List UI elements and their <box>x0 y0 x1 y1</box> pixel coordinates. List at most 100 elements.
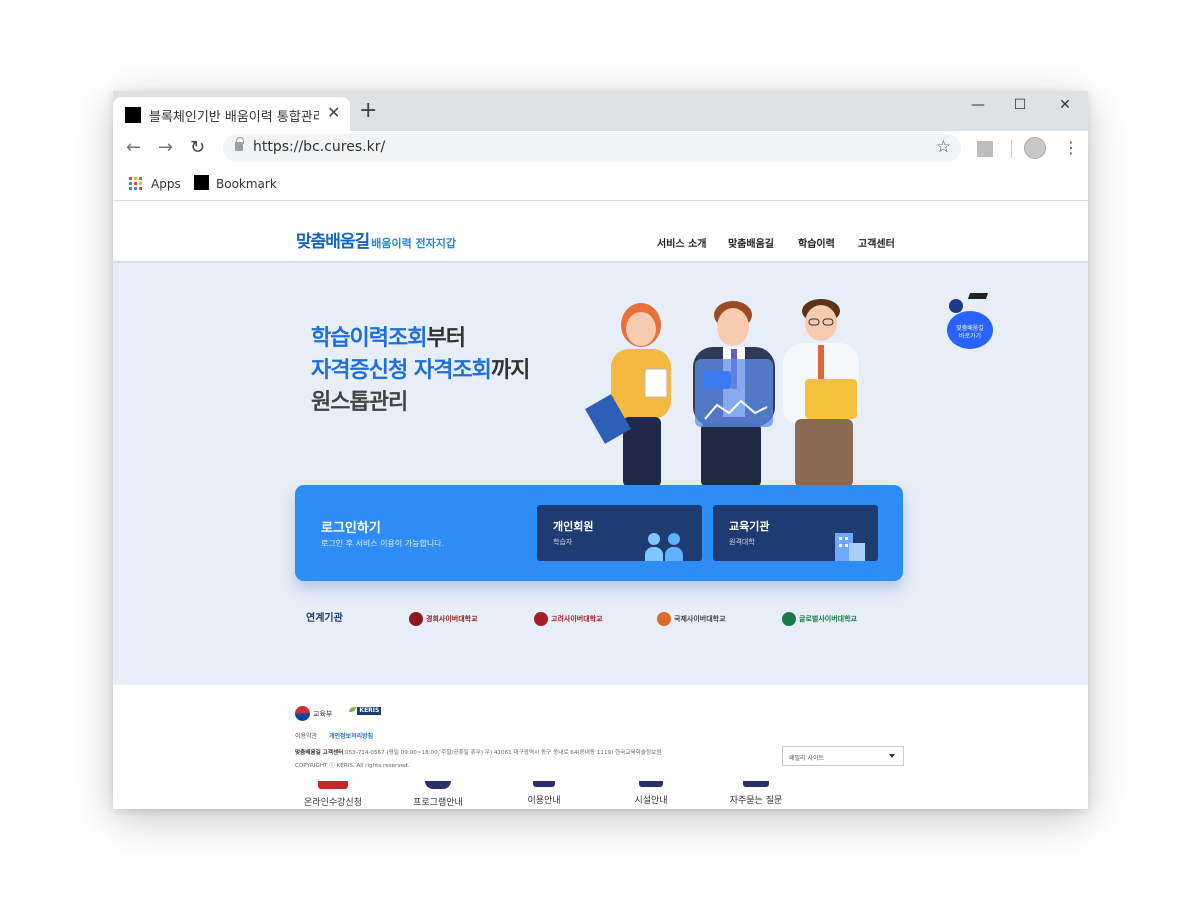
quick-online-enroll[interactable]: 온라인수강신청 <box>298 781 368 808</box>
quick-label: 온라인수강신청 <box>304 798 362 808</box>
hero-headline: 학습이력조회부터 자격증신청 자격조회까지 원스톱관리 <box>311 323 530 419</box>
partner-khcu[interactable]: 경희사이버대학교 <box>409 608 478 626</box>
back-button[interactable]: ← <box>126 138 141 158</box>
cuk-emblem-icon <box>534 611 548 626</box>
bookmark-favicon-icon <box>194 175 209 190</box>
card-title: 교육기관 <box>729 520 770 533</box>
profile-avatar[interactable] <box>1024 137 1046 159</box>
login-panel: 로그인하기 로그인 후 서비스 이용이 가능합니다. 개인회원 학습자 교육기관… <box>295 485 903 581</box>
info-bold: 맞춤배움길 고객센터 <box>295 750 344 756</box>
quick-program-guide[interactable]: 프로그램안내 <box>403 781 473 808</box>
lock-icon <box>235 137 244 151</box>
card-sub: 학습자 <box>553 538 573 546</box>
quick-faq[interactable]: 자주묻는 질문 <box>721 781 791 806</box>
reload-button[interactable]: ↻ <box>190 138 205 158</box>
quick-label: 프로그램안내 <box>413 798 463 808</box>
browser-tab[interactable]: 블록체인기반 배움이력 통합관리 플 ✕ <box>113 97 350 131</box>
facility-icon <box>639 781 663 787</box>
quick-usage-guide[interactable]: 이용안내 <box>509 781 579 806</box>
gcu-emblem-icon <box>657 611 671 626</box>
people-icon <box>645 533 685 561</box>
site-logo[interactable]: 맞춤배움길 배움이력 전자지갑 <box>296 227 456 252</box>
new-tab-button[interactable]: + <box>359 100 377 122</box>
headline-1-bold: 학습이력조회 <box>311 326 427 351</box>
extension-icon[interactable] <box>977 141 993 157</box>
enroll-icon <box>318 781 348 789</box>
card-sub: 원격대학 <box>729 538 755 546</box>
footer-links: 이용약관 개인정보처리방침 <box>295 731 383 740</box>
partner-name: 경희사이버대학교 <box>426 614 478 623</box>
partner-name: 국제사이버대학교 <box>674 614 726 623</box>
quick-go-text: 맞춤배움길 바로가기 <box>947 311 993 349</box>
bookmarks-bar: Apps Bookmark <box>113 167 1088 201</box>
family-site-select[interactable]: 패밀리 사이트 <box>782 746 904 766</box>
minimize-button[interactable]: — <box>964 97 992 117</box>
page-viewport: 맞춤배움길 배움이력 전자지갑 서비스 소개 맞춤배움길 학습이력 고객센터 학습… <box>113 202 1088 809</box>
bookmark-star-icon[interactable]: ☆ <box>936 137 951 157</box>
login-title: 로그인하기 <box>321 521 381 536</box>
hero-illustration <box>585 299 859 487</box>
quick-label: 시설안내 <box>634 796 668 806</box>
individual-member-button[interactable]: 개인회원 학습자 <box>537 505 702 561</box>
apps-grid-icon[interactable] <box>129 177 142 190</box>
partners-label: 연계기관 <box>306 613 343 624</box>
close-window-button[interactable]: ✕ <box>1051 97 1079 117</box>
building-icon <box>835 533 865 561</box>
partner-institutions: 연계기관 경희사이버대학교 고려사이버대학교 국제사이버대학교 글로벌사이버대학… <box>113 606 1088 626</box>
moe-emblem-icon <box>295 706 310 721</box>
terms-link[interactable]: 이용약관 <box>295 733 317 740</box>
browser-toolbar: ← → ↻ https://bc.cures.kr/ ☆ ⋮ <box>113 131 1088 167</box>
nav-custom-path[interactable]: 맞춤배움길 <box>728 235 774 250</box>
nav-learning-history[interactable]: 학습이력 <box>798 235 835 250</box>
browser-window: 블록체인기반 배움이력 통합관리 플 ✕ + — ☐ ✕ ← → ↻ https… <box>113 91 1088 809</box>
family-site-label: 패밀리 사이트 <box>789 755 825 762</box>
global-emblem-icon <box>782 611 796 626</box>
maximize-button[interactable]: ☐ <box>1006 97 1034 117</box>
tab-close-icon[interactable]: ✕ <box>327 103 340 122</box>
copyright: COPYRIGHT ⓒ KERIS. All rights reserved. <box>295 763 410 769</box>
robot-icon <box>949 299 963 313</box>
quick-go-badge[interactable]: 맞춤배움길 바로가기 <box>943 293 993 349</box>
khcu-emblem-icon <box>409 611 423 626</box>
info-icon <box>425 781 451 789</box>
document-icon <box>533 781 555 787</box>
graduation-cap-icon <box>967 293 989 299</box>
headline-3: 원스톱관리 <box>311 390 408 415</box>
headline-2-rest: 까지 <box>490 358 530 383</box>
keris-text: KERIS <box>357 706 382 715</box>
nav-service-intro[interactable]: 서비스 소개 <box>657 235 706 250</box>
login-desc: 로그인 후 서비스 이용이 가능합니다. <box>321 539 445 548</box>
footer-info: 맞춤배움길 고객센터 053-714-0567 (평일 09:00~18:00,… <box>295 747 661 773</box>
site-header: 맞춤배움길 배움이력 전자지갑 서비스 소개 맞춤배움길 학습이력 고객센터 <box>113 202 1088 263</box>
tab-title: 블록체인기반 배움이력 통합관리 플 <box>149 110 319 125</box>
partner-gcu[interactable]: 국제사이버대학교 <box>657 608 726 626</box>
quick-facility-guide[interactable]: 시설안내 <box>616 781 686 806</box>
privacy-link[interactable]: 개인정보처리방침 <box>329 733 373 740</box>
quick-label: 이용안내 <box>527 796 561 806</box>
footer-quick-menu: 온라인수강신청 프로그램안내 이용안내 시설안내 자주묻는 질문 <box>113 781 1088 809</box>
logo-sub: 배움이력 전자지갑 <box>371 237 456 250</box>
nav-customer-center[interactable]: 고객센터 <box>858 235 895 250</box>
partner-name: 글로벌사이버대학교 <box>799 614 857 623</box>
headline-2-bold: 자격증신청 자격조회 <box>311 358 492 383</box>
card-title: 개인회원 <box>553 520 594 533</box>
browser-menu-button[interactable]: ⋮ <box>1063 138 1079 157</box>
headline-1-rest: 부터 <box>426 326 465 351</box>
logo-main: 맞춤배움길 <box>296 232 370 252</box>
quick-label: 자주묻는 질문 <box>729 796 783 806</box>
partner-name: 고려사이버대학교 <box>551 614 603 623</box>
info-text: 053-714-0567 (평일 09:00~18:00, 주말/공휴일 휴무)… <box>345 750 662 756</box>
url-text[interactable]: https://bc.cures.kr/ <box>253 139 385 155</box>
bookmark-apps[interactable]: Apps <box>151 177 181 191</box>
keris-logo: KERIS <box>349 706 383 721</box>
institution-button[interactable]: 교육기관 원격대학 <box>713 505 878 561</box>
partner-cuk[interactable]: 고려사이버대학교 <box>534 608 603 626</box>
address-bar[interactable]: https://bc.cures.kr/ ☆ <box>223 134 961 162</box>
footer-logos: 교육부 KERIS <box>295 703 383 721</box>
bookmark-item[interactable]: Bookmark <box>216 177 277 191</box>
tab-strip: 블록체인기반 배움이력 통합관리 플 ✕ + — ☐ ✕ <box>113 91 1088 131</box>
forward-button[interactable]: → <box>158 138 173 158</box>
faq-icon <box>743 781 769 787</box>
favicon-icon <box>125 107 141 123</box>
partner-global[interactable]: 글로벌사이버대학교 <box>782 608 857 626</box>
